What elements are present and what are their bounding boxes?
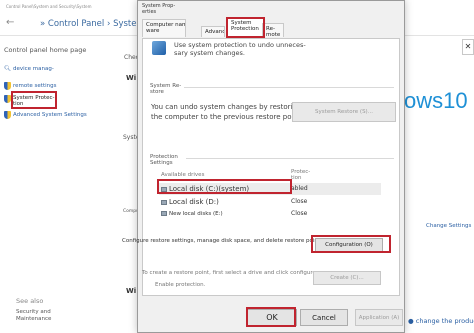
hard-drive-icon: [161, 211, 167, 216]
sidebar: Control panel home page 🔍︎ device manag-…: [0, 36, 122, 333]
sidebar-item-label: device manag-: [12, 66, 54, 72]
apply-button[interactable]: Application (A): [355, 309, 403, 326]
see-also-heading: See also: [16, 297, 44, 305]
shield-icon: [4, 111, 11, 119]
highlight-box-system-protection-tab: [226, 17, 265, 38]
back-icon[interactable]: ←: [6, 17, 14, 28]
system-protection-icon: [152, 41, 166, 55]
configure-text: Configure restore settings, manage disk …: [122, 238, 325, 244]
address-text: » Control Panel › System: [40, 19, 145, 29]
drive-cell: New local disks (E:): [161, 208, 223, 220]
intro-text: Use system protection to undo unneces- s…: [174, 41, 306, 57]
shield-icon: [4, 82, 11, 90]
shield-icon: [4, 95, 11, 103]
windows-logo-text: ows10: [404, 88, 468, 113]
tab-panel-system-protection: [142, 38, 400, 296]
sidebar-item-advanced-settings[interactable]: Advanced System Settings: [4, 111, 87, 119]
create-restore-text: To create a restore point, first select …: [142, 270, 316, 276]
system-restore-button[interactable]: System Restore (S)...: [292, 102, 396, 122]
system-restore-text: You can undo system changes by restoring…: [151, 103, 303, 121]
column-header-protection: Protec- tion: [291, 169, 311, 181]
highlight-box-drive-row: [157, 179, 292, 194]
protection-cell: Close: [291, 198, 308, 205]
table-row[interactable]: New local disks (E:) Close: [159, 208, 381, 220]
close-icon[interactable]: ✕: [462, 39, 474, 55]
sidebar-item-label: remote settings: [13, 83, 57, 89]
highlight-box-ok-button: [246, 307, 296, 327]
protection-cell: Close: [291, 210, 308, 217]
tab-remote[interactable]: Re- mote: [262, 23, 284, 37]
create-button[interactable]: Create (C)...: [313, 271, 381, 285]
highlight-box-system-protection-link: [11, 91, 57, 109]
sidebar-item-device-manager[interactable]: 🔍︎ device manag-: [4, 66, 54, 72]
sidebar-item-remote-settings[interactable]: remote settings: [4, 82, 56, 90]
drive-name: Local disk (D:): [169, 198, 219, 206]
search-icon: 🔍︎: [4, 66, 11, 72]
change-settings-link[interactable]: Change Settings: [426, 223, 471, 229]
tab-computer-name[interactable]: Computer name hard- ware: [142, 19, 186, 37]
window-path: Control Panel\System and Security\System: [6, 4, 92, 9]
system-restore-group-label: System Re- store: [150, 83, 182, 95]
drive-name: New local disks (E:): [169, 211, 223, 217]
highlight-box-configuration-button: [311, 235, 391, 253]
group-divider: [184, 87, 394, 88]
protection-cell: abled: [291, 185, 308, 192]
system-properties-dialog: System Prop- erties Computer name hard- …: [122, 0, 406, 333]
dialog-tabs: Computer name hard- ware Advanced System…: [138, 16, 406, 38]
group-divider: [186, 158, 394, 159]
enable-protection-text: Enable protection.: [155, 282, 206, 288]
protection-settings-group-label: Protection Settings: [150, 154, 178, 166]
sidebar-home-link[interactable]: Control panel home page: [4, 46, 86, 54]
content-fragment: Wi: [126, 287, 137, 295]
hard-drive-icon: [161, 199, 167, 205]
cancel-button[interactable]: Cancel: [300, 309, 348, 326]
sidebar-item-label: Advanced System Settings: [13, 112, 87, 118]
dialog-title: System Prop- erties: [142, 3, 176, 15]
drive-cell: Local disk (D:): [161, 196, 219, 208]
tab-advanced[interactable]: Advanced: [201, 26, 225, 37]
table-row[interactable]: Local disk (D:) Close: [159, 196, 381, 208]
column-header-drives: Available drives: [161, 172, 205, 178]
content-fragment: Wi: [126, 74, 137, 82]
change-key-label: change the product: [415, 317, 474, 325]
drives-table: Available drives Protec- tion Local disk…: [159, 169, 381, 225]
security-maintenance-link[interactable]: Security and Maintenance: [16, 309, 76, 323]
change-product-key-link[interactable]: ● change the product: [408, 317, 474, 325]
